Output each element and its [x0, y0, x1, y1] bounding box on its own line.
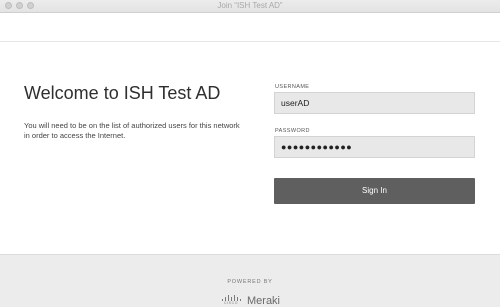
password-label: PASSWORD	[275, 128, 310, 134]
meraki-wordmark: Meraki	[247, 295, 281, 307]
username-label: USERNAME	[275, 84, 310, 90]
sign-in-button[interactable]: Sign In	[274, 178, 475, 204]
cisco-wordmark: CISCO	[223, 301, 239, 305]
page-title: Welcome to ISH Test AD	[24, 83, 221, 103]
powered-by-label: POWERED BY	[227, 279, 273, 285]
username-field[interactable]: userAD	[274, 92, 475, 114]
window-title: Join “ISH Test AD”	[217, 1, 283, 10]
password-field[interactable]: ●●●●●●●●●●●●	[274, 136, 475, 158]
window-titlebar: Join “ISH Test AD”	[0, 0, 500, 13]
header-strip	[0, 13, 500, 42]
footer: POWERED BY CISCO Meraki	[0, 254, 500, 307]
cisco-meraki-logo: CISCO Meraki	[221, 295, 281, 307]
access-description: You will need to be on the list of autho…	[24, 121, 240, 140]
